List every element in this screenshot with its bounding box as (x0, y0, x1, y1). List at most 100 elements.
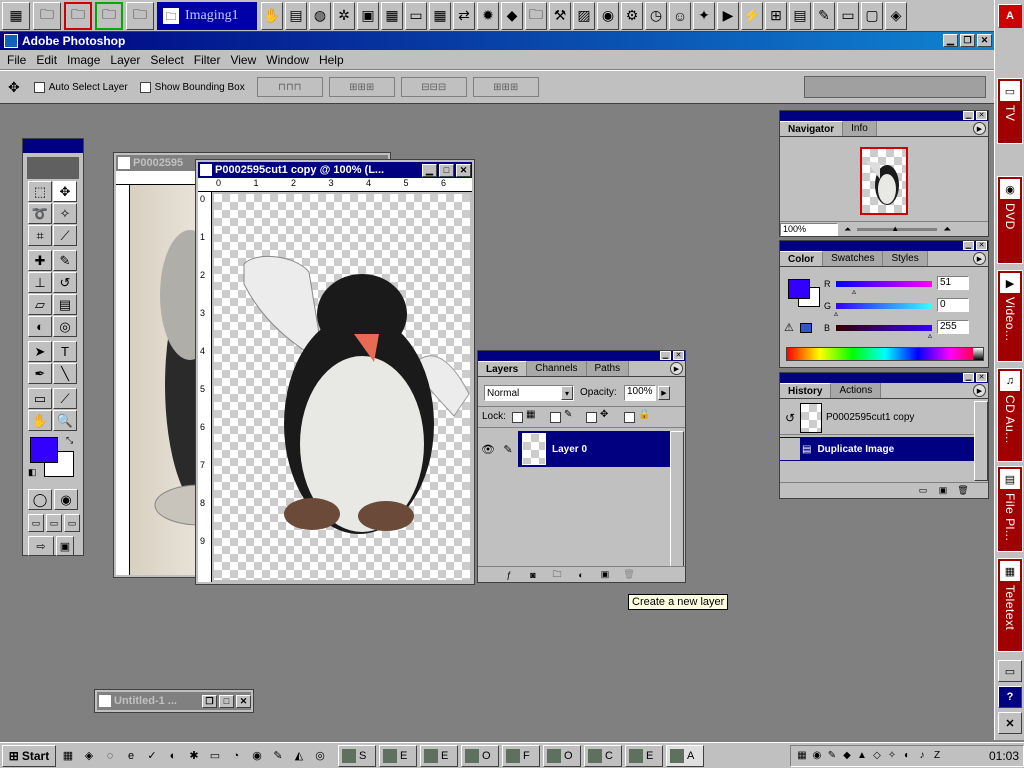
gamut-warning-icon[interactable]: ⚠ (784, 321, 794, 334)
diamond-icon[interactable]: ◆ (501, 1, 523, 30)
adjustment-layer-icon[interactable]: ◐ (574, 569, 588, 581)
zoom-in-icon[interactable]: ⏶ (943, 224, 951, 235)
minimized-document[interactable]: Untitled-1 ... ❐ □ ✕ (94, 689, 254, 713)
brush-icon[interactable]: ✎ (498, 443, 518, 456)
image-icon[interactable]: ▨ (573, 1, 595, 30)
document-title-bar[interactable]: P0002595cut1 copy @ 100% (L... ▁ □ ✕ (198, 162, 472, 178)
tray-icon[interactable]: ♪ (915, 749, 929, 763)
align-buttons[interactable]: ⊓⊓⊓ (256, 77, 323, 97)
move-tool-icon[interactable]: ✥ (8, 79, 20, 96)
swap-colors-icon[interactable]: ⤡ (66, 435, 73, 446)
slice-tool-icon[interactable]: ⟋ (53, 225, 77, 246)
blur-tool-icon[interactable]: ◐ (28, 316, 52, 337)
eraser-tool-icon[interactable]: ▱ (28, 294, 52, 315)
palette-menu-icon[interactable]: ▶ (973, 122, 986, 135)
close-button[interactable]: ✕ (236, 694, 251, 708)
tab-color[interactable]: Color (780, 251, 824, 266)
monitor-icon[interactable]: ▭ (405, 1, 427, 30)
history-state-checkbox[interactable] (780, 438, 800, 460)
layer-row[interactable]: 👁 ✎ Layer 0 (478, 431, 670, 467)
new-layer-icon[interactable]: ▣ (598, 569, 612, 581)
menu-view[interactable]: View (225, 53, 261, 67)
taskbar-item[interactable]: O (543, 744, 581, 767)
tray-icon[interactable]: ▦ (795, 749, 809, 763)
document-window-active[interactable]: P0002595cut1 copy @ 100% (L... ▁ □ ✕ 0 1 2… (195, 159, 475, 585)
brush-tool-icon[interactable]: ✎ (53, 250, 77, 271)
minimize-button[interactable]: ▁ (422, 163, 437, 177)
marquee-tool-icon[interactable]: ⬚ (28, 181, 52, 202)
palette-close-button[interactable]: ✕ (976, 373, 987, 382)
auto-select-checkbox[interactable]: Auto Select Layer (33, 81, 128, 93)
tray-icon[interactable]: ◆ (840, 749, 854, 763)
layers-scrollbar[interactable] (670, 431, 684, 567)
taskbar-item[interactable]: E (379, 744, 417, 767)
tab-paths[interactable]: Paths (586, 361, 630, 376)
tab-styles[interactable]: Styles (883, 251, 928, 266)
palette-minimize-button[interactable]: ▁ (963, 111, 974, 120)
history-scrollbar[interactable] (974, 401, 988, 481)
fullscreen-icon[interactable]: ▭ (64, 514, 80, 532)
tab-info[interactable]: Info (843, 121, 877, 136)
shield-icon[interactable]: ◈ (885, 1, 907, 30)
hand-tool-icon[interactable]: ✋ (28, 410, 52, 431)
slider-thumb[interactable]: ▲ (891, 224, 899, 233)
zoom-out-icon[interactable]: ⏶ (844, 224, 851, 235)
close-button[interactable]: ✕ (456, 163, 471, 177)
tray-icon[interactable]: ◉ (810, 749, 824, 763)
align-buttons[interactable]: ⊞⊞⊞ (328, 77, 395, 97)
stamp-tool-icon[interactable]: ⊥ (28, 272, 52, 293)
fullscreen-menu-icon[interactable]: ▭ (46, 514, 62, 532)
healing-brush-icon[interactable]: ✚ (28, 250, 52, 271)
blue-slider[interactable] (836, 325, 932, 331)
folder-icon[interactable]: 🗀 (33, 1, 61, 30)
chip-icon[interactable]: ▦ (381, 1, 403, 30)
menu-edit[interactable]: Edit (31, 53, 62, 67)
window-icon[interactable]: ▭ (837, 1, 859, 30)
sponge-tool-icon[interactable]: ◎ (53, 316, 77, 337)
close-button[interactable]: ✕ (977, 34, 992, 47)
restore-button[interactable]: ❐ (960, 34, 975, 47)
app-icon[interactable]: ▦ (2, 1, 30, 30)
compass-icon[interactable]: ✲ (333, 1, 355, 30)
maximize-button[interactable]: □ (439, 163, 454, 177)
tab-cd-audio[interactable]: ♫ CD Au... (997, 368, 1023, 462)
tab-dvd[interactable]: ◉ DVD (997, 176, 1023, 264)
new-snapshot-icon[interactable]: ▣ (936, 485, 950, 497)
box-icon[interactable]: ▢ (861, 1, 883, 30)
tab-layers[interactable]: Layers (478, 361, 528, 376)
clock-icon[interactable]: ◷ (645, 1, 667, 30)
opacity-field[interactable]: 100% (624, 385, 656, 401)
chevron-down-icon[interactable]: ▾ (561, 386, 573, 400)
menu-help[interactable]: Help (314, 53, 349, 67)
imageready-icon[interactable]: ▣ (56, 536, 74, 556)
palette-minimize-button[interactable]: ▁ (963, 373, 974, 382)
palette-menu-icon[interactable]: ▶ (973, 252, 986, 265)
tray-icon[interactable]: ◇ (870, 749, 884, 763)
new-document-from-state-icon[interactable]: ▭ (916, 485, 930, 497)
taskbar-item[interactable]: C (584, 744, 622, 767)
tray-icon[interactable]: ✧ (885, 749, 899, 763)
restore-button[interactable]: ❐ (202, 694, 217, 708)
palette-menu-icon[interactable]: ▶ (670, 362, 683, 375)
tab-navigator[interactable]: Navigator (780, 121, 844, 136)
history-brush-icon[interactable]: ↺ (53, 272, 77, 293)
quicklaunch-icon[interactable]: ◉ (248, 747, 266, 765)
palette-close-button[interactable]: ✕ (976, 111, 987, 120)
notes-tool-icon[interactable]: ▭ (28, 388, 52, 409)
scanner-icon[interactable]: ▤ (285, 1, 307, 30)
distribute-buttons[interactable]: ⊞⊞⊞ (472, 77, 539, 97)
folder-icon[interactable]: 🗀 (95, 1, 123, 30)
taskbar-item[interactable]: E (420, 744, 458, 767)
folder-icon[interactable]: 🗀 (126, 1, 154, 30)
minimized-title-bar[interactable]: Untitled-1 ... ❐ □ ✕ (97, 692, 251, 710)
pen-icon[interactable]: ✎ (813, 1, 835, 30)
gear-icon[interactable]: ⚙ (621, 1, 643, 30)
red-value[interactable]: 51 (937, 276, 969, 290)
quicklaunch-icon[interactable]: ◎ (311, 747, 329, 765)
lasso-tool-icon[interactable]: ➰ (28, 203, 52, 224)
new-set-icon[interactable]: 🗀 (550, 569, 564, 581)
checkbox[interactable] (139, 81, 151, 93)
quicklaunch-icon[interactable]: ◈ (80, 747, 98, 765)
default-colors-icon[interactable]: ◧ (28, 467, 37, 478)
taskbar-item[interactable]: O (461, 744, 499, 767)
